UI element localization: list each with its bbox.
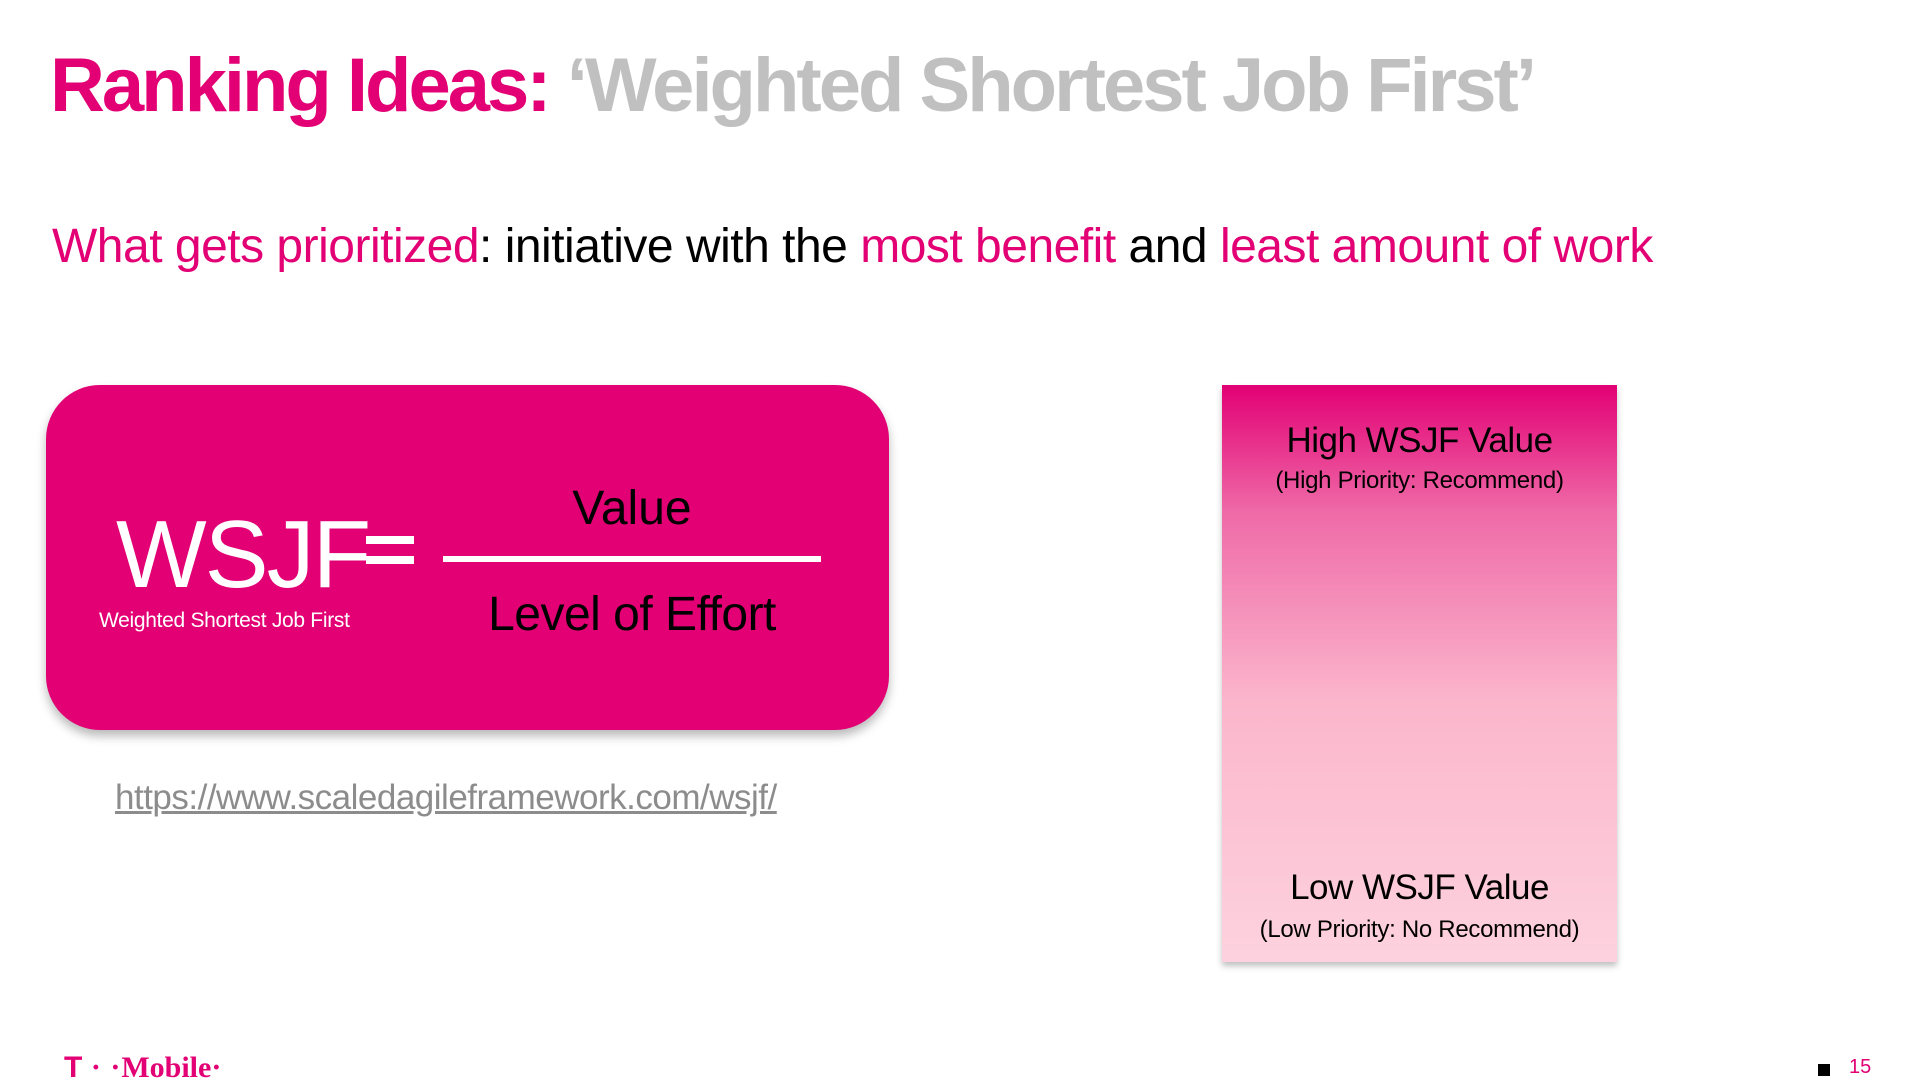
subtitle-most-benefit: most benefit xyxy=(860,220,1116,273)
subtitle-text-2: and xyxy=(1115,220,1220,273)
low-wsjf-label: Low WSJF Value xyxy=(1290,868,1549,907)
page-number: 15 xyxy=(1849,1056,1872,1078)
high-priority-note: (High Priority: Recommend) xyxy=(1275,467,1564,494)
low-priority-note: (Low Priority: No Recommend) xyxy=(1259,916,1580,943)
equals-sign xyxy=(366,530,414,570)
formula-denominator: Level of Effort xyxy=(488,588,776,641)
title-highlight: Ranking Ideas: xyxy=(50,43,552,128)
wsjf-priority-scale: High WSJF Value (High Priority: Recommen… xyxy=(1222,385,1617,962)
slide-title: Ranking Ideas: ‘Weighted Shortest Job Fi… xyxy=(50,42,1537,129)
fraction-line xyxy=(443,556,821,562)
high-wsjf-label: High WSJF Value xyxy=(1286,421,1553,460)
subtitle-prioritized: What gets prioritized xyxy=(52,220,480,273)
footer-square-icon xyxy=(1818,1064,1830,1076)
slide-subtitle: What gets prioritized: initiative with t… xyxy=(52,218,1653,276)
subtitle-least-work: least amount of work xyxy=(1219,220,1653,273)
wsjf-expansion: Weighted Shortest Job First xyxy=(99,609,350,632)
wsjf-formula-box: WSJF Weighted Shortest Job First Value L… xyxy=(46,385,889,730)
subtitle-text-1: : initiative with the xyxy=(479,220,861,273)
title-subject: ‘Weighted Shortest Job First’ xyxy=(566,43,1537,128)
wsjf-reference-link[interactable]: https://www.scaledagileframework.com/wsj… xyxy=(115,778,777,818)
wsjf-term: WSJF xyxy=(116,501,371,608)
formula-numerator: Value xyxy=(572,482,692,535)
